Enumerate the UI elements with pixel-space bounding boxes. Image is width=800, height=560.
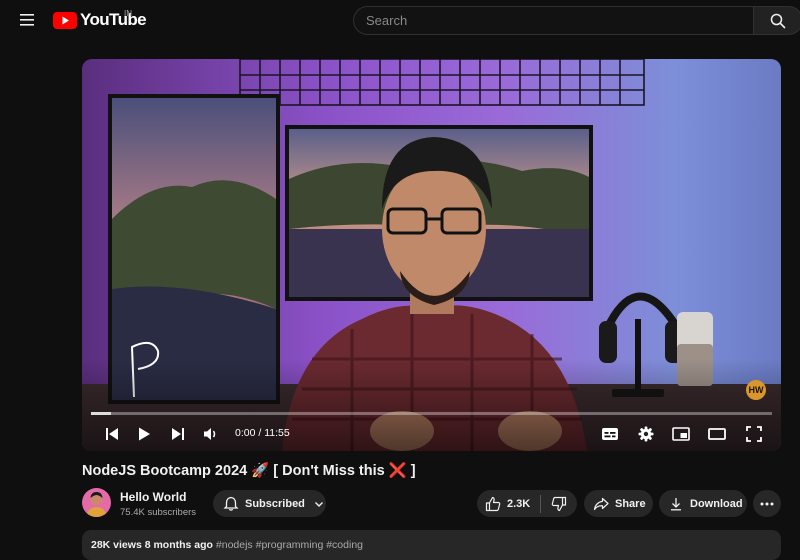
subscribe-label: Subscribed [245, 497, 305, 510]
search-icon [770, 13, 786, 28]
chevron-down-icon [314, 501, 323, 507]
more-actions-button[interactable] [753, 490, 781, 517]
fullscreen-icon [746, 426, 762, 442]
thumbs-up-icon [485, 496, 501, 511]
avatar[interactable] [82, 488, 111, 517]
dislike-button[interactable] [541, 490, 577, 517]
download-label: Download [690, 497, 743, 510]
volume-button[interactable] [201, 424, 221, 444]
previous-icon [106, 428, 118, 440]
next-icon [172, 428, 184, 440]
progress-fill [91, 412, 112, 415]
subscribe-button[interactable]: Subscribed [213, 490, 326, 517]
theater-mode-icon [708, 428, 726, 440]
like-count: 2.3K [507, 497, 531, 510]
youtube-logo[interactable]: YouTube [53, 10, 147, 29]
subtitles-button[interactable] [600, 424, 620, 444]
video-frame[interactable] [82, 59, 781, 451]
channel-watermark[interactable]: HW [746, 380, 766, 400]
search-input[interactable] [354, 7, 753, 34]
description-box[interactable]: 28K views 8 months ago #nodejs #programm… [82, 530, 781, 560]
settings-icon [638, 426, 654, 442]
share-button[interactable]: Share [584, 490, 653, 517]
settings-button[interactable] [636, 424, 656, 444]
miniplayer-button[interactable] [671, 424, 691, 444]
view-count: 28K views [91, 539, 142, 551]
subscriber-count: 75.4K subscribers [120, 507, 197, 518]
hashtags[interactable]: #nodejs #programming #coding [216, 539, 363, 551]
play-button[interactable] [134, 424, 154, 444]
progress-bar[interactable] [91, 412, 772, 415]
channel-name[interactable]: Hello World [120, 490, 186, 504]
theater-mode-button[interactable] [707, 424, 727, 444]
share-label: Share [615, 497, 646, 510]
video-player[interactable]: HW 0:00 / 11:55 [82, 59, 781, 451]
more-horizontal-icon [760, 502, 774, 505]
menu-icon [20, 14, 34, 26]
volume-icon [204, 428, 216, 440]
video-title: NodeJS Bootcamp 2024 🚀 [ Don't Miss this… [82, 463, 416, 479]
download-icon [671, 497, 681, 510]
next-button[interactable] [168, 424, 188, 444]
share-icon [593, 497, 609, 510]
like-dislike-group: 2.3K [477, 490, 577, 517]
search-box [353, 6, 753, 35]
like-button[interactable]: 2.3K [477, 490, 542, 517]
download-button[interactable]: Download [659, 490, 747, 517]
channel-avatar-image [82, 488, 111, 517]
time-display: 0:00 / 11:55 [235, 427, 290, 439]
youtube-logo-icon [53, 11, 77, 29]
upload-age: 8 months ago [144, 539, 213, 551]
fullscreen-button[interactable] [744, 424, 764, 444]
play-icon [139, 427, 150, 441]
description-meta: 28K views 8 months ago #nodejs #programm… [91, 539, 363, 551]
logo-text: YouTube [80, 10, 147, 29]
menu-button[interactable] [14, 8, 40, 32]
masthead: YouTube IN [0, 0, 800, 40]
thumbs-down-icon [551, 496, 567, 511]
bell-icon [223, 496, 239, 511]
country-code: IN [124, 9, 132, 18]
miniplayer-icon [672, 427, 690, 441]
previous-button[interactable] [102, 424, 122, 444]
subtitles-icon [602, 428, 618, 440]
search-button[interactable] [753, 6, 800, 35]
